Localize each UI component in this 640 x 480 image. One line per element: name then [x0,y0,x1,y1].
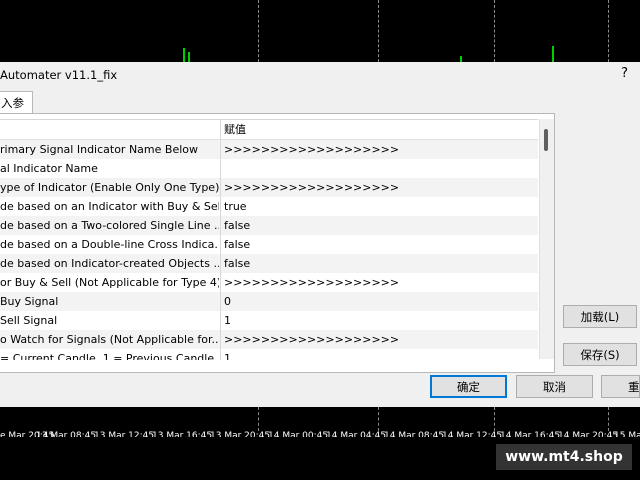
param-value[interactable]: 0 [220,292,538,311]
chart-candle [552,46,554,62]
table-row[interactable]: al Indicator Name [0,159,538,179]
chart-time-axis: e Mar 20:45 13 Mar 08:45 13 Mar 12:45 13… [0,407,640,441]
chart-area-top [0,0,640,62]
load-button[interactable]: 加载(L) [563,305,637,328]
chart-gridline [378,0,379,62]
chart-gridline [258,0,259,62]
table-row[interactable]: de based on an Indicator with Buy & Sel.… [0,197,538,217]
scrollbar-thumb[interactable] [544,129,548,151]
table-row[interactable]: ype of Indicator (Enable Only One Type) … [0,178,538,198]
parameters-table: 赋值 rimary Signal Indicator Name Below >>… [0,119,538,360]
param-value[interactable]: false [220,235,538,254]
param-value[interactable]: 1 [220,349,538,360]
param-name: de based on a Two-colored Single Line ..… [0,219,219,232]
param-name: Sell Signal [0,314,58,327]
table-row[interactable]: de based on a Two-colored Single Line ..… [0,216,538,236]
param-value[interactable]: >>>>>>>>>>>>>>>>>>> [220,273,538,292]
param-name: de based on a Double-line Cross Indica..… [0,238,219,251]
header-value-cell: 赋值 [220,120,538,139]
param-value[interactable]: true [220,197,538,216]
chart-candle [183,48,185,62]
param-name: Buy Signal [0,295,59,308]
ea-properties-dialog: Automater v11.1_fix ? 入参数 赋值 rimary Sign… [0,62,640,407]
help-button[interactable]: ? [621,66,628,81]
dialog-title: Automater v11.1_fix [0,68,118,82]
param-value[interactable]: >>>>>>>>>>>>>>>>>>> [220,330,538,349]
chart-gridline [608,407,609,431]
param-name: = Current Candle, 1 = Previous Candle [0,352,215,360]
param-name: de based on an Indicator with Buy & Sel.… [0,200,219,213]
chart-gridline [608,0,609,62]
table-row[interactable]: de based on Indicator-created Objects ..… [0,254,538,274]
reset-button[interactable]: 重 [601,375,640,398]
table-row[interactable]: o Watch for Signals (Not Applicable for.… [0,330,538,350]
chart-candle [188,52,190,62]
chart-gridline [494,0,495,62]
param-value[interactable]: 1 [220,311,538,330]
param-name: al Indicator Name [0,162,98,175]
save-button[interactable]: 保存(S) [563,343,637,366]
table-row[interactable]: rimary Signal Indicator Name Below >>>>>… [0,140,538,160]
param-name: or Buy & Sell (Not Applicable for Type 4… [0,276,219,289]
param-value[interactable]: false [220,216,538,235]
table-row[interactable]: or Buy & Sell (Not Applicable for Type 4… [0,273,538,293]
chart-gridline [494,407,495,431]
param-value[interactable]: >>>>>>>>>>>>>>>>>>> [220,140,538,159]
table-row[interactable]: Sell Signal 1 [0,311,538,331]
parameters-panel: 赋值 rimary Signal Indicator Name Below >>… [0,113,555,373]
watermark: www.mt4.shop [496,444,632,470]
header-name-cell [0,120,219,139]
param-value[interactable]: >>>>>>>>>>>>>>>>>>> [220,178,538,197]
vertical-scrollbar[interactable] [539,119,554,359]
param-value[interactable]: false [220,254,538,273]
param-name: rimary Signal Indicator Name Below [0,143,198,156]
chart-gridline [378,407,379,431]
param-name: o Watch for Signals (Not Applicable for.… [0,333,219,346]
param-value[interactable] [220,159,538,178]
table-row[interactable]: Buy Signal 0 [0,292,538,312]
param-name: ype of Indicator (Enable Only One Type) [0,181,219,194]
table-row[interactable]: de based on a Double-line Cross Indica..… [0,235,538,255]
param-name: de based on Indicator-created Objects ..… [0,257,219,270]
cancel-button[interactable]: 取消 [516,375,593,398]
chart-gridline [258,407,259,431]
tab-input-parameters[interactable]: 入参数 [0,91,33,132]
table-row[interactable]: = Current Candle, 1 = Previous Candle 1 [0,349,538,360]
table-header-row: 赋值 [0,120,538,140]
ok-button[interactable]: 确定 [430,375,507,398]
